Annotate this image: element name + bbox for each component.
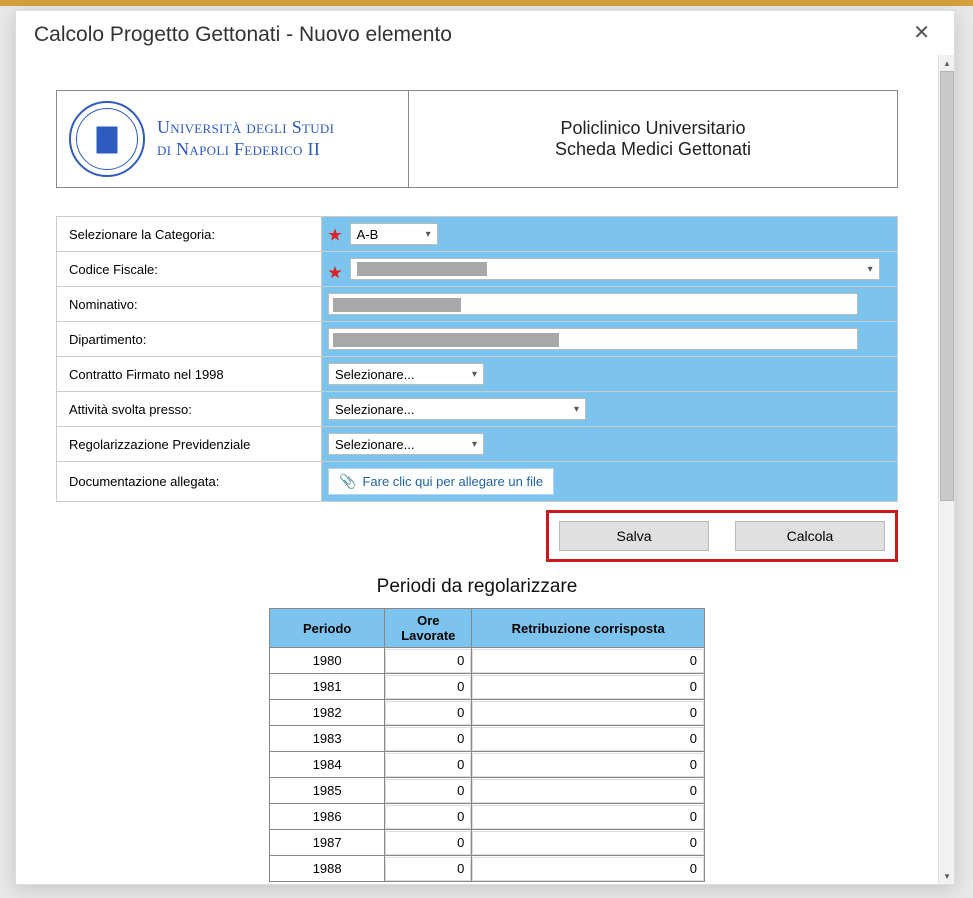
attivita-select-value: Selezionare... [335,402,415,417]
table-row: 1984 [270,752,705,778]
ore-lavorate-input[interactable] [385,831,471,855]
window-accent-bar [0,0,973,6]
ore-lavorate-input[interactable] [385,753,471,777]
ore-lavorate-input[interactable] [385,649,471,673]
col-header-periodo: Periodo [270,609,385,648]
vertical-scrollbar[interactable]: ▴ ▾ [938,55,954,884]
table-row: 1980 [270,648,705,674]
label-categoria: Selezionare la Categoria: [57,217,322,252]
doc-title-line2: Scheda Medici Gettonati [555,139,751,160]
modal-dialog: Calcolo Progetto Gettonati - Nuovo eleme… [15,10,955,885]
university-seal-icon [69,101,145,177]
codice-fiscale-select[interactable]: ▾ [350,258,880,280]
periodo-year-cell: 1981 [270,674,385,700]
doc-title-line1: Policlinico Universitario [560,118,745,139]
retribuzione-input[interactable] [472,727,704,751]
close-icon: ✕ [913,22,930,44]
retribuzione-input[interactable] [472,649,704,673]
document-header: Università degli Studi di Napoli Federic… [56,90,898,188]
dipartimento-redacted [333,333,559,347]
retribuzione-input[interactable] [472,805,704,829]
university-name: Università degli Studi di Napoli Federic… [157,117,334,160]
salva-button[interactable]: Salva [559,521,709,551]
periodi-section-title: Periodi da regolarizzare [56,576,898,598]
table-row: 1981 [270,674,705,700]
retribuzione-input[interactable] [472,779,704,803]
col-header-retribuzione: Retribuzione corrisposta [472,609,705,648]
ore-lavorate-input[interactable] [385,727,471,751]
table-row: 1983 [270,726,705,752]
scroll-thumb[interactable] [940,71,954,501]
ore-lavorate-input[interactable] [385,675,471,699]
periodo-year-cell: 1988 [270,856,385,882]
chevron-down-icon: ▾ [868,264,873,275]
nominativo-input[interactable] [328,293,858,315]
document-title-block: Policlinico Universitario Scheda Medici … [409,91,897,187]
calcola-button[interactable]: Calcola [735,521,885,551]
periodo-year-cell: 1982 [270,700,385,726]
periodo-year-cell: 1985 [270,778,385,804]
required-marker-icon [328,266,342,280]
attivita-select[interactable]: Selezionare... ▾ [328,398,586,420]
table-row: 1988 [270,856,705,882]
close-button[interactable]: ✕ [907,23,936,43]
modal-header: Calcolo Progetto Gettonati - Nuovo eleme… [16,11,954,55]
action-buttons-row: Salva Calcola [56,510,898,562]
periodi-table: Periodo Ore Lavorate Retribuzione corris… [269,608,705,882]
modal-title: Calcolo Progetto Gettonati - Nuovo eleme… [34,23,452,47]
label-contratto: Contratto Firmato nel 1998 [57,357,322,392]
attach-file-label: Fare clic qui per allegare un file [362,474,543,489]
label-nominativo: Nominativo: [57,287,322,322]
chevron-down-icon: ▾ [472,369,477,380]
scroll-area[interactable]: Università degli Studi di Napoli Federic… [16,55,938,884]
contratto-select[interactable]: Selezionare... ▾ [328,363,484,385]
table-row: 1987 [270,830,705,856]
label-codice-fiscale: Codice Fiscale: [57,252,322,287]
contratto-select-value: Selezionare... [335,367,415,382]
dipartimento-input[interactable] [328,328,858,350]
table-row: 1985 [270,778,705,804]
university-logo-block: Università degli Studi di Napoli Federic… [57,91,409,187]
col-header-ore: Ore Lavorate [385,609,472,648]
retribuzione-input[interactable] [472,753,704,777]
ore-lavorate-input[interactable] [385,805,471,829]
retribuzione-input[interactable] [472,701,704,725]
categoria-select[interactable]: A-B ▾ [350,223,438,245]
categoria-select-value: A-B [357,227,379,242]
chevron-down-icon: ▾ [472,439,477,450]
label-documentazione: Documentazione allegata: [57,462,322,502]
regolarizzazione-select[interactable]: Selezionare... ▾ [328,433,484,455]
label-attivita: Attività svolta presso: [57,392,322,427]
retribuzione-input[interactable] [472,675,704,699]
university-line2: di Napoli Federico II [157,139,334,161]
regolarizzazione-select-value: Selezionare... [335,437,415,452]
attach-file-button[interactable]: 📎 Fare clic qui per allegare un file [328,468,554,495]
periodo-year-cell: 1984 [270,752,385,778]
label-dipartimento: Dipartimento: [57,322,322,357]
table-row: 1986 [270,804,705,830]
scroll-down-arrow-icon[interactable]: ▾ [939,868,954,884]
ore-lavorate-input[interactable] [385,857,471,881]
university-line1: Università degli Studi [157,117,334,139]
required-marker-icon [328,228,342,242]
form-table: Selezionare la Categoria: A-B ▾ Codice F… [56,216,898,502]
paperclip-icon: 📎 [339,473,356,490]
retribuzione-input[interactable] [472,857,704,881]
label-regolarizzazione: Regolarizzazione Previdenziale [57,427,322,462]
codice-fiscale-redacted [357,262,487,276]
action-buttons-highlight: Salva Calcola [546,510,898,562]
retribuzione-input[interactable] [472,831,704,855]
chevron-down-icon: ▾ [574,404,579,415]
modal-body: Università degli Studi di Napoli Federic… [16,55,954,884]
chevron-down-icon: ▾ [426,229,431,240]
periodo-year-cell: 1986 [270,804,385,830]
ore-lavorate-input[interactable] [385,701,471,725]
ore-lavorate-input[interactable] [385,779,471,803]
nominativo-redacted [333,298,461,312]
periodo-year-cell: 1980 [270,648,385,674]
periodo-year-cell: 1983 [270,726,385,752]
scroll-up-arrow-icon[interactable]: ▴ [939,55,954,71]
table-row: 1982 [270,700,705,726]
periodo-year-cell: 1987 [270,830,385,856]
